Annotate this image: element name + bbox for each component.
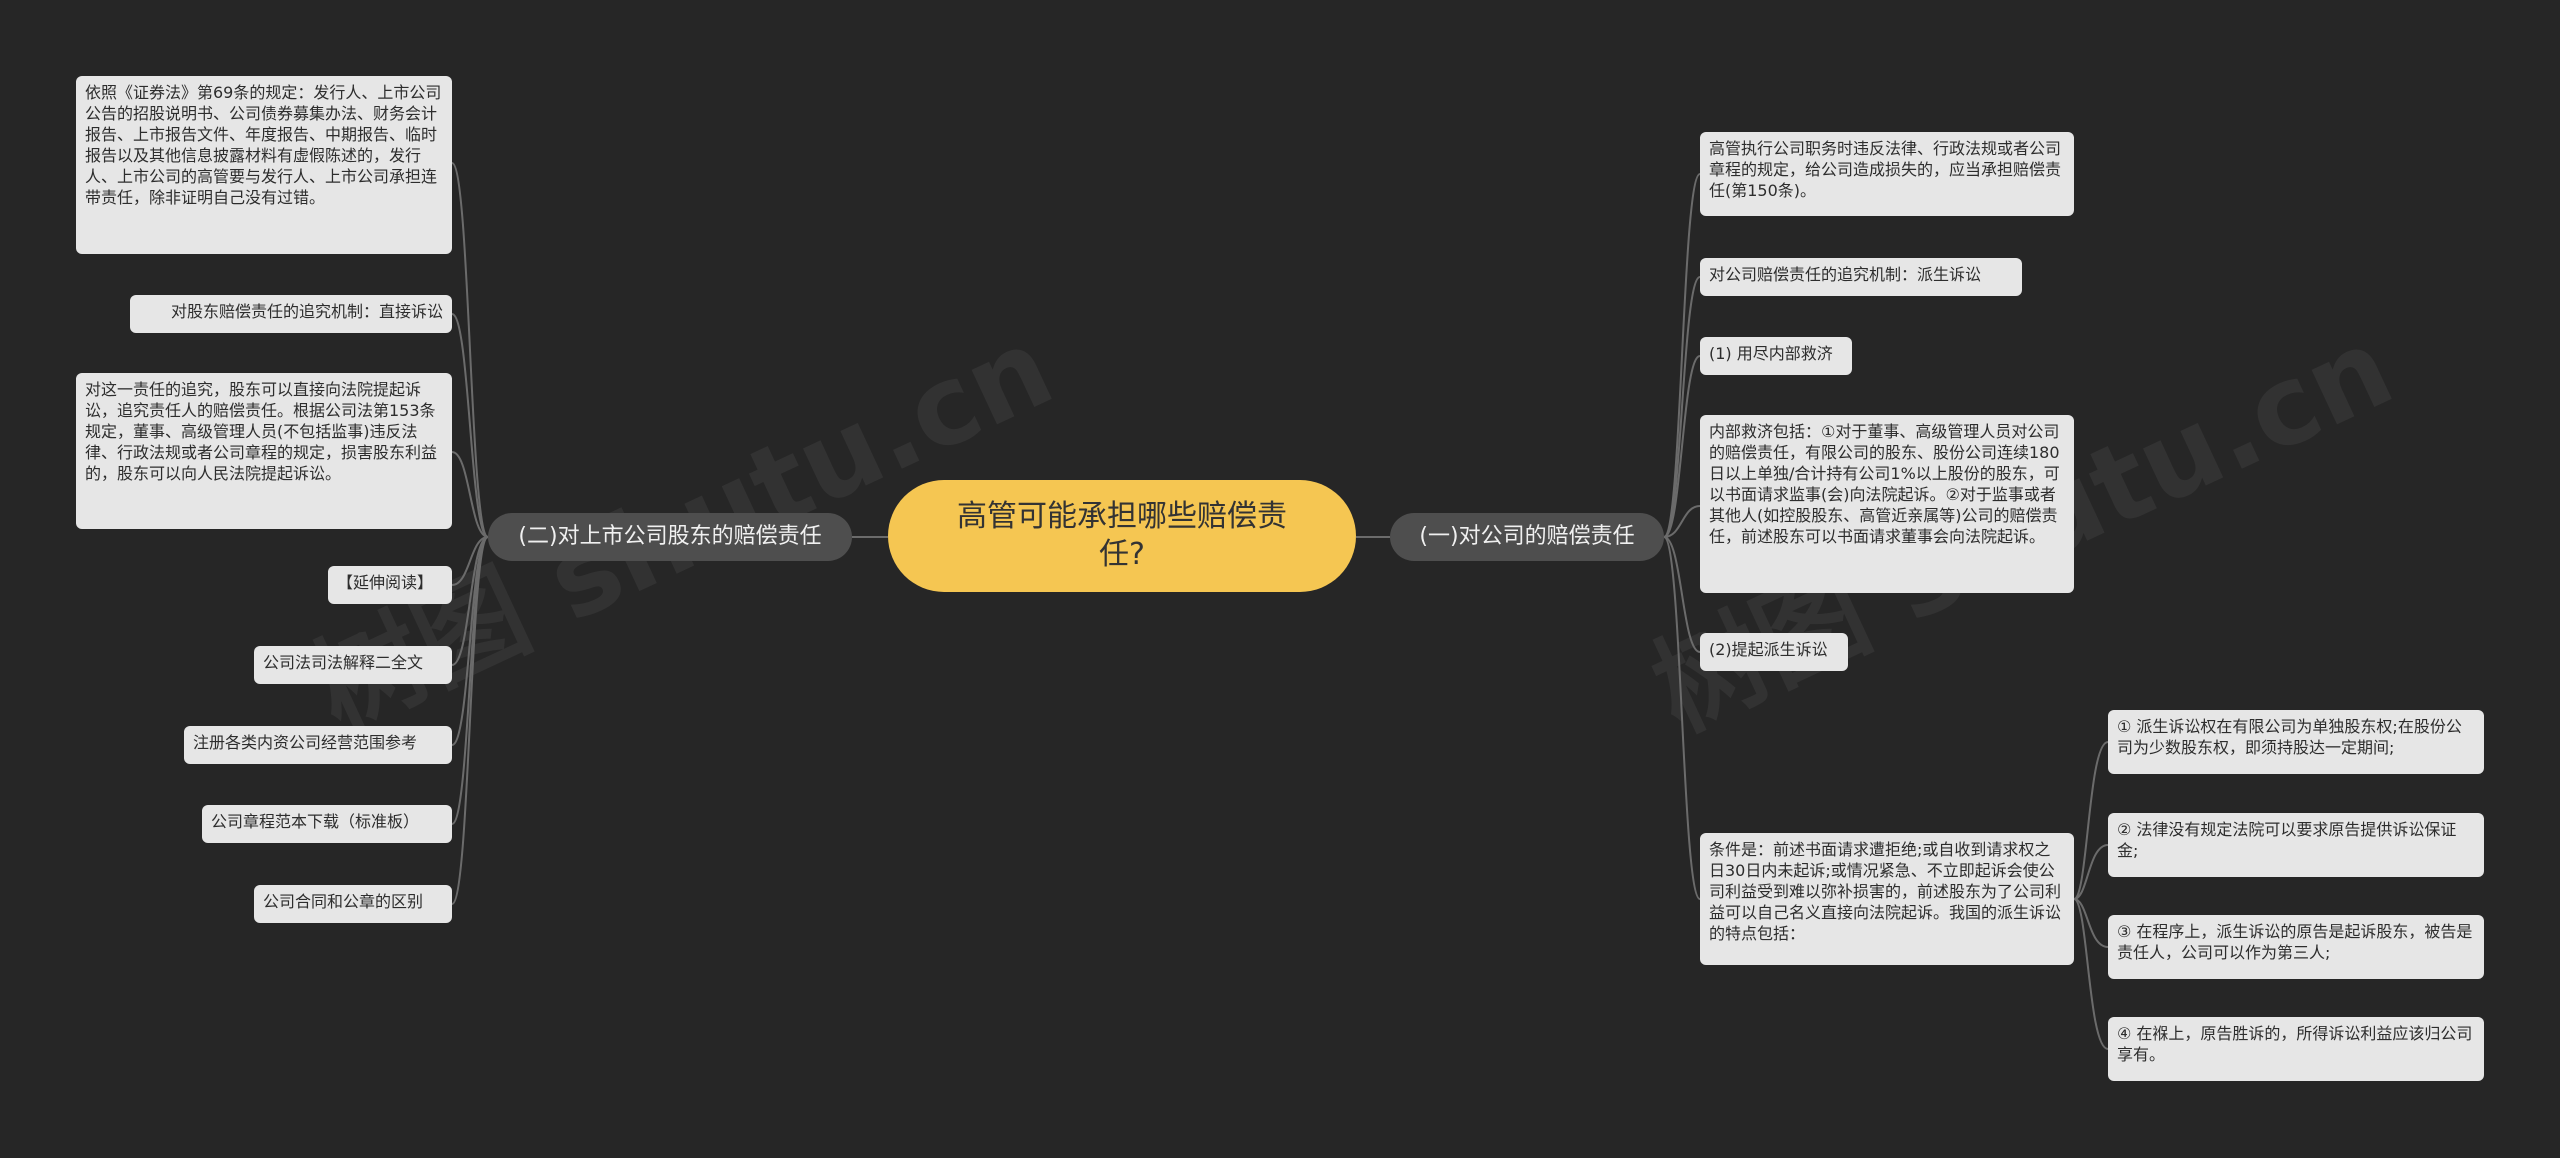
- link-right-3: [1663, 355, 1701, 538]
- leaf-shareholder-lawsuit[interactable]: 对这一责任的追究，股东可以直接向法院提起诉讼，追究责任人的赔偿责任。根据公司法第…: [76, 373, 452, 529]
- leaf-feature-1[interactable]: ① 派生诉讼权在有限公司为单独股东权;在股份公司为少数股东权，即须持股达一定期间…: [2108, 710, 2484, 774]
- leaf-securities-law-article-69[interactable]: 依照《证券法》第69条的规定：发行人、上市公司公告的招股说明书、公司债券募集办法…: [76, 76, 452, 254]
- leaf-articles-template[interactable]: 公司章程范本下载（标准板）: [202, 805, 452, 843]
- link-right-1: [1663, 173, 1701, 538]
- leaf-internal-remedies-detail[interactable]: 内部救济包括：①对于董事、高级管理人员对公司的赔偿责任，有限公司的股东、股份公司…: [1700, 415, 2074, 593]
- branch-company-label: (一)对公司的赔偿责任: [1419, 524, 1635, 549]
- leaf-feature-2[interactable]: ② 法律没有规定法院可以要求原告提供诉讼保证金;: [2108, 813, 2484, 877]
- link-right-2: [1663, 276, 1701, 538]
- branch-shareholders[interactable]: (二)对上市公司股东的赔偿责任: [488, 513, 852, 561]
- link-feature-1: [2073, 741, 2109, 900]
- leaf-direct-litigation[interactable]: 对股东赔偿责任的追究机制：直接诉讼: [130, 295, 452, 333]
- link-left-7: [451, 536, 489, 825]
- link-left-1: [451, 162, 489, 538]
- leaf-file-derivative-suit[interactable]: (2)提起派生诉讼: [1700, 633, 1848, 671]
- root-topic[interactable]: 高管可能承担哪些赔偿责任?: [888, 480, 1356, 592]
- leaf-feature-4[interactable]: ④ 在褓上，原告胜诉的，所得诉讼利益应该归公司享有。: [2108, 1017, 2484, 1081]
- link-left-8: [451, 536, 489, 905]
- leaf-judicial-interpretation[interactable]: 公司法司法解释二全文: [254, 646, 452, 684]
- leaf-article-150[interactable]: 高管执行公司职务时违反法律、行政法规或者公司章程的规定，给公司造成损失的，应当承…: [1700, 132, 2074, 216]
- leaf-business-scope[interactable]: 注册各类内资公司经营范围参考: [184, 726, 452, 764]
- branch-shareholders-label: (二)对上市公司股东的赔偿责任: [518, 524, 822, 549]
- leaf-feature-3[interactable]: ③ 在程序上，派生诉讼的原告是起诉股东，被告是责任人，公司可以作为第三人;: [2108, 915, 2484, 979]
- leaf-exhaust-internal-remedies[interactable]: (1) 用尽内部救济: [1700, 337, 1852, 375]
- root-title: 高管可能承担哪些赔偿责任?: [957, 499, 1287, 572]
- leaf-extended-reading[interactable]: 【延伸阅读】: [328, 566, 452, 604]
- link-feature-4: [2073, 898, 2109, 1050]
- leaf-derivative-litigation[interactable]: 对公司赔偿责任的追究机制：派生诉讼: [1700, 258, 2022, 296]
- leaf-contract-seal-difference[interactable]: 公司合同和公章的区别: [254, 885, 452, 923]
- branch-company[interactable]: (一)对公司的赔偿责任: [1390, 513, 1664, 561]
- leaf-conditions[interactable]: 条件是：前述书面请求遭拒绝;或自收到请求权之日30日内未起诉;或情况紧急、不立即…: [1700, 833, 2074, 965]
